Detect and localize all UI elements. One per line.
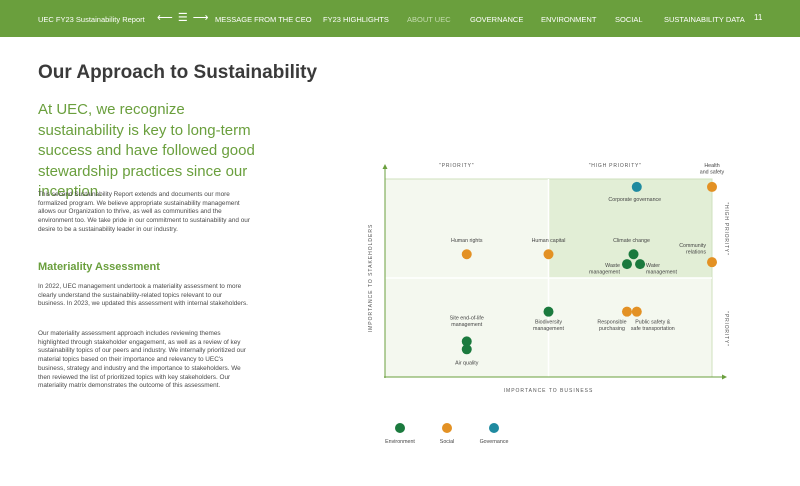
data-point[interactable] [707,257,717,268]
data-point-label-line: Air quality [455,360,479,366]
data-point-label-line: Biodiversity [535,320,562,326]
data-point[interactable] [543,249,554,260]
data-point-label-line: Waste [605,263,620,269]
data-point-label-line: management [533,326,564,332]
data-point[interactable] [621,306,632,317]
data-point[interactable] [631,306,642,317]
nav-environment[interactable]: ENVIRONMENT [541,15,596,24]
data-point[interactable] [621,259,632,270]
data-point-label: Responsible purchasing [597,320,626,333]
data-point-label: Human capital [532,238,566,244]
data-point-label-line: Site end-of-life [450,315,484,321]
data-point-label-line: management [646,270,677,276]
nav-social[interactable]: SOCIAL [615,15,643,24]
legend-swatch [395,423,405,433]
data-point[interactable] [461,249,472,260]
data-point-label: Corporate governance [608,197,661,203]
nav-fy23-highlights[interactable]: FY23 HIGHLIGHTS [323,15,389,24]
data-point-label-line: Corporate governance [608,197,661,203]
data-point-label-line: management [451,322,482,328]
report-title-link[interactable]: UEC FY23 Sustainability Report [38,15,145,24]
data-point-label-line: purchasing [599,326,625,332]
data-point[interactable] [635,259,646,270]
data-point-label-line: Human capital [532,238,566,244]
data-point-label: Health and safety [700,163,725,176]
page-navigation-arrows-icon[interactable]: ⟵ ☰ ⟶ [157,11,210,24]
zone-label-priority-top: "PRIORITY" [439,163,474,169]
data-point-label: Biodiversity management [533,320,564,333]
data-point-label: Site end-of-life management [450,315,484,328]
legend-label: Social [440,439,454,445]
materiality-matrix-chart: IMPORTANCE TO BUSINESS IMPORTANCE TO STAK… [368,163,729,445]
y-axis-arrow-icon [382,164,388,169]
data-point-label-line: management [589,270,620,276]
legend-label: Governance [480,439,509,445]
data-point[interactable] [707,181,717,192]
page-title: Our Approach to Sustainability [38,62,318,83]
zone-label-high-priority-right: "HIGH PRIORITY" [723,202,729,255]
body-paragraph-1: This second Sustainability Report extend… [38,191,250,233]
data-point-label-line: Water [646,263,660,269]
data-point[interactable] [461,344,472,355]
data-point-label-line: Human rights [451,238,483,244]
nav-governance[interactable]: GOVERNANCE [470,15,523,24]
nav-message-from-the-ceo[interactable]: MESSAGE FROM THE CEO [215,15,312,24]
data-point-label-line: Climate change [613,238,650,244]
data-point[interactable] [631,181,642,192]
data-point-label-line: Public safety & [635,320,671,326]
data-point-label-line: Responsible [597,320,626,326]
nav-about-uec[interactable]: ABOUT UEC [407,15,451,24]
zone-label-priority-right: "PRIORITY" [723,311,729,346]
x-axis-arrow-icon [722,374,727,380]
data-point-label-line: and safety [700,169,725,175]
data-point[interactable] [628,249,639,260]
data-point-label-line: relations [686,250,706,256]
zone-label-high-priority-top: "HIGH PRIORITY" [589,163,642,169]
data-point-label-line: Community [679,243,706,249]
data-point-label-line: safe transportation [631,326,675,332]
page-number: 11 [754,13,763,22]
legend-swatch [442,423,452,433]
y-axis-label: IMPORTANCE TO STAKEHOLDERS [368,224,374,333]
data-point-label: Public safety & safe transportation [631,320,675,333]
data-point-label: Air quality [455,360,479,366]
legend-label: Environment [385,439,415,445]
data-point-label: Human rights [451,238,483,244]
x-axis-label: IMPORTANCE TO BUSINESS [504,388,594,394]
data-point-label-line: Health [704,163,719,169]
section-heading: Materiality Assessment [38,261,160,273]
body-paragraph-2: In 2022, UEC management undertook a mate… [38,283,248,308]
legend-swatch [489,423,499,433]
data-point-label: Climate change [613,238,650,244]
top-nav: UEC FY23 Sustainability Report ⟵ ☰ ⟶ MES… [0,0,800,37]
intro-statement: At UEC, we recognize sustainability is k… [38,101,255,200]
body-paragraph-3: Our materiality assessment approach incl… [38,330,246,390]
data-point[interactable] [543,306,554,317]
nav-sustainability-data[interactable]: SUSTAINABILITY DATA [664,15,745,24]
